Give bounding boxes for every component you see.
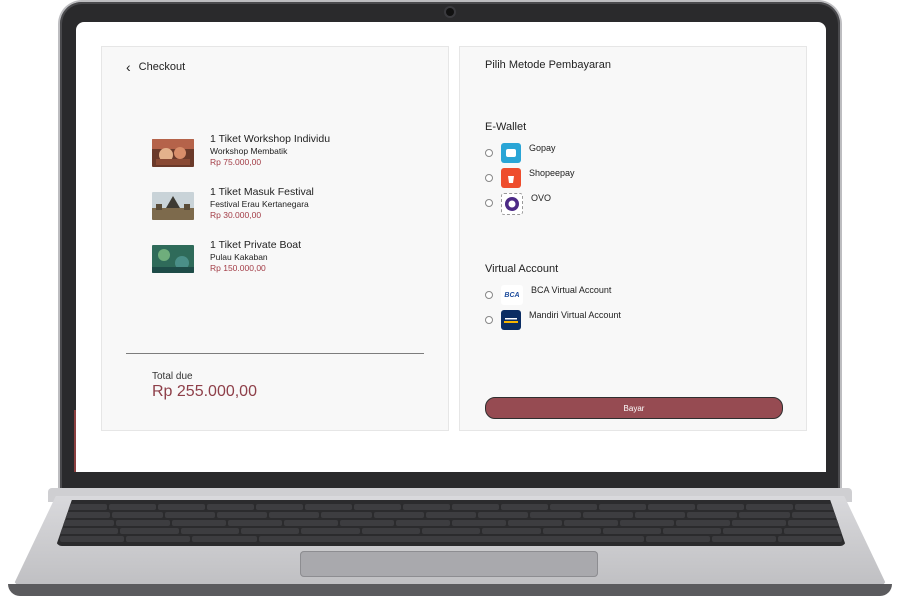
shopeepay-logo-icon <box>501 168 521 188</box>
virtual-account-title: Virtual Account <box>485 263 559 275</box>
webcam-icon <box>446 8 454 16</box>
trackpad <box>300 551 598 577</box>
keyboard <box>56 500 846 546</box>
gopay-logo-icon <box>501 143 521 163</box>
chevron-left-icon: ‹ <box>126 59 131 75</box>
checkout-panel: ‹ Checkout 1 Tiket Workshop Individu Wor… <box>101 46 449 431</box>
payment-label: BCA Virtual Account <box>531 285 612 295</box>
payment-option-mandiri[interactable]: Mandiri Virtual Account <box>485 310 621 330</box>
laptop-base-lip <box>8 584 892 596</box>
payment-option-shopeepay[interactable]: Shopeepay <box>485 168 575 188</box>
payment-title: Pilih Metode Pembayaran <box>485 59 611 71</box>
divider <box>126 353 424 354</box>
ticket-item-1: 1 Tiket Workshop Individu Workshop Memba… <box>152 133 330 167</box>
screen-accent <box>74 410 76 472</box>
radio-button[interactable] <box>485 174 493 182</box>
back-button[interactable]: ‹ Checkout <box>126 59 185 75</box>
ticket-subtitle: Festival Erau Kertanegara <box>210 199 309 209</box>
ticket-title: 1 Tiket Masuk Festival <box>210 186 314 198</box>
payment-label: OVO <box>531 193 552 203</box>
radio-button[interactable] <box>485 316 493 324</box>
ovo-logo-icon <box>501 193 523 215</box>
page-title: Checkout <box>138 61 186 73</box>
mandiri-logo-icon <box>501 310 521 330</box>
ticket-price: Rp 75.000,00 <box>210 157 262 167</box>
payment-option-gopay[interactable]: Gopay <box>485 143 556 163</box>
pay-button[interactable]: Bayar <box>485 397 783 419</box>
ticket-subtitle: Pulau Kakaban <box>210 252 268 262</box>
ticket-title: 1 Tiket Private Boat <box>210 239 302 251</box>
radio-button[interactable] <box>485 149 493 157</box>
payment-label: Mandiri Virtual Account <box>529 310 621 320</box>
ticket-item-2: 1 Tiket Masuk Festival Festival Erau Ker… <box>152 186 314 220</box>
ewallet-title: E-Wallet <box>485 121 527 133</box>
total-label: Total due <box>152 371 193 382</box>
total-value: Rp 255.000,00 <box>152 383 257 400</box>
festival-thumbnail <box>152 192 194 220</box>
ticket-price: Rp 150.000,00 <box>210 263 266 273</box>
payment-label: Shopeepay <box>529 168 575 178</box>
ticket-subtitle: Workshop Membatik <box>210 146 288 156</box>
payment-option-ovo[interactable]: OVO <box>485 193 551 215</box>
batik-workshop-thumbnail <box>152 139 194 167</box>
radio-button[interactable] <box>485 291 493 299</box>
ticket-title: 1 Tiket Workshop Individu <box>210 133 331 145</box>
ticket-item-3: 1 Tiket Private Boat Pulau Kakaban Rp 15… <box>152 239 301 273</box>
laptop-screen: ‹ Checkout 1 Tiket Workshop Individu Wor… <box>76 22 826 472</box>
boat-thumbnail <box>152 245 194 273</box>
ticket-price: Rp 30.000,00 <box>210 210 262 220</box>
radio-button[interactable] <box>485 199 493 207</box>
payment-label: Gopay <box>529 143 556 153</box>
bca-logo-icon: BCA <box>501 285 523 305</box>
payment-option-bca[interactable]: BCA BCA Virtual Account <box>485 285 611 305</box>
payment-panel: Pilih Metode Pembayaran E-Wallet Gopay S… <box>459 46 807 431</box>
